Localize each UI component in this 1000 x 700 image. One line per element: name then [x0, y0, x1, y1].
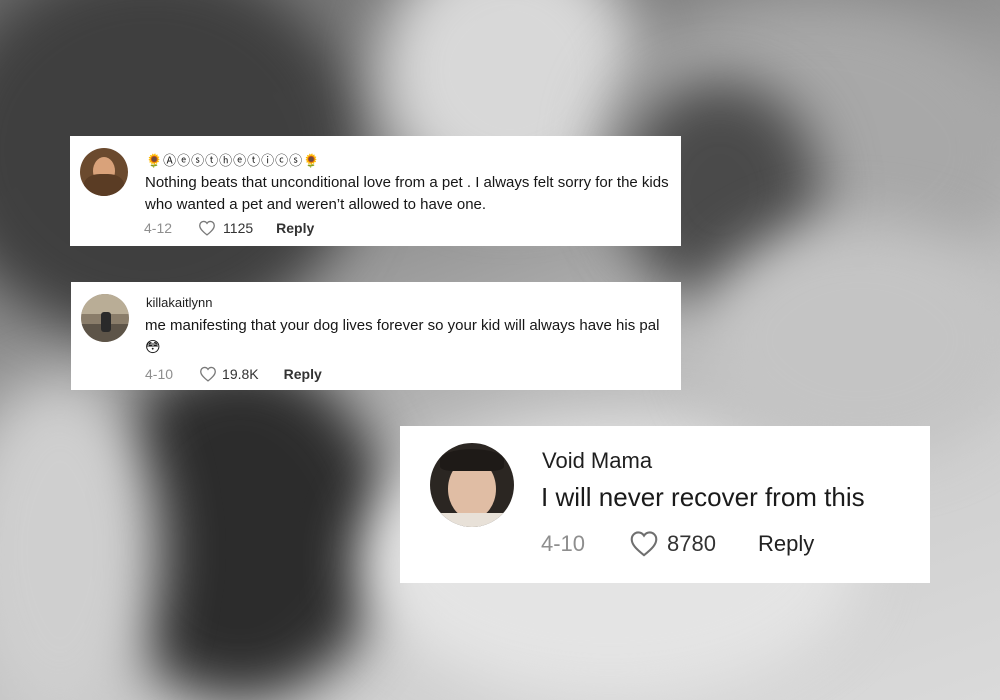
- reply-button[interactable]: Reply: [758, 531, 814, 557]
- like-button[interactable]: 19.8K: [199, 366, 259, 382]
- comment-date: 4-12: [144, 220, 173, 236]
- comment-text: Nothing beats that unconditional love fr…: [145, 174, 669, 213]
- comment-username[interactable]: Void Mama: [542, 448, 652, 474]
- comment-text: me manifesting that your dog lives forev…: [145, 317, 660, 356]
- comment-card: killakaitlynn me manifesting that your d…: [71, 282, 681, 390]
- comment-username[interactable]: 🌻Ⓐⓔⓢⓣⓗⓔⓣⓘⓒⓢ🌻: [146, 150, 320, 169]
- like-button[interactable]: 8780: [629, 530, 716, 557]
- comment-meta: 4-10 19.8K Reply: [145, 366, 322, 382]
- comment-date: 4-10: [541, 530, 586, 556]
- avatar[interactable]: [81, 294, 129, 342]
- like-count: 19.8K: [222, 366, 259, 382]
- like-count: 1125: [223, 220, 254, 236]
- heart-outline-icon: [630, 531, 658, 557]
- heart-outline-icon: [200, 366, 216, 382]
- comment-username[interactable]: killakaitlynn: [146, 295, 212, 310]
- comment-meta: 4-12 1125 Reply: [144, 220, 314, 236]
- heart-outline-icon: [199, 220, 215, 236]
- reply-button[interactable]: Reply: [284, 366, 322, 382]
- reply-button[interactable]: Reply: [276, 220, 314, 236]
- comment-card: 🌻Ⓐⓔⓢⓣⓗⓔⓣⓘⓒⓢ🌻 Nothing beats that uncondit…: [70, 136, 681, 246]
- like-count: 8780: [667, 530, 716, 556]
- avatar[interactable]: [430, 443, 514, 527]
- comment-date: 4-10: [145, 366, 174, 382]
- comment-text: I will never recover from this: [541, 482, 865, 512]
- like-button[interactable]: 1125: [198, 220, 253, 236]
- avatar[interactable]: [80, 148, 128, 196]
- comment-card: Void Mama I will never recover from this…: [400, 426, 930, 583]
- comment-meta: 4-10 8780 Reply: [541, 530, 814, 557]
